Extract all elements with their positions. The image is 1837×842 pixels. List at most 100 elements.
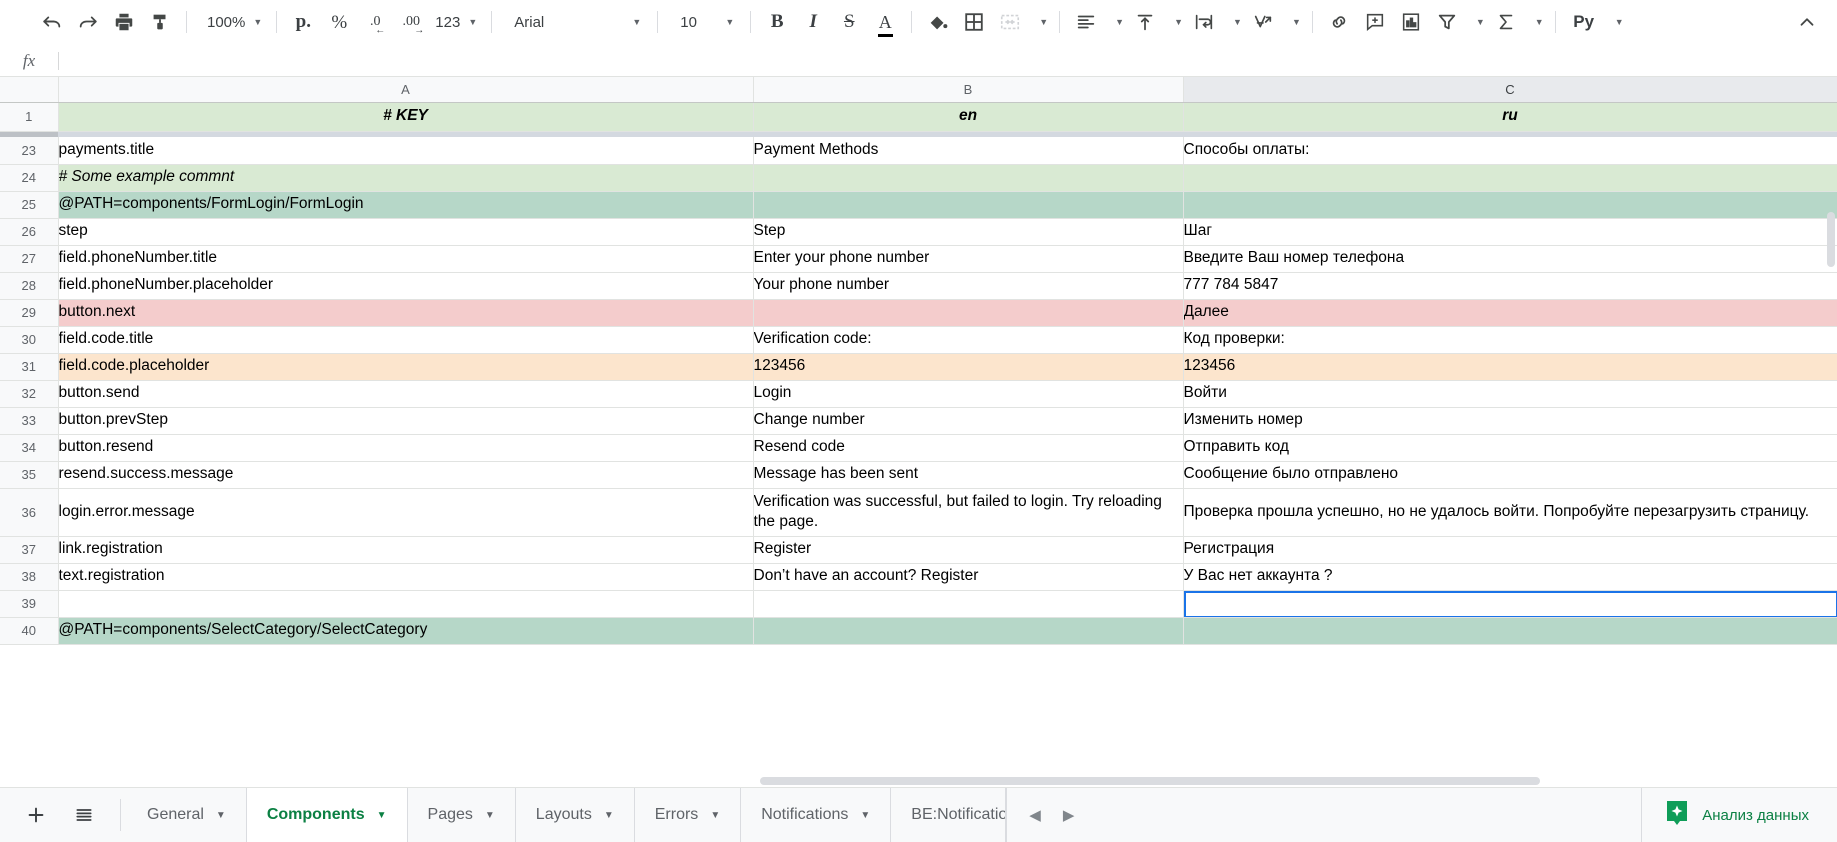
cell-A37[interactable]: link.registration <box>58 536 754 564</box>
row-header-33[interactable]: 33 <box>0 407 59 435</box>
row-header-1[interactable]: 1 <box>0 102 59 132</box>
zoom-selector[interactable]: 100% ▼ <box>195 7 268 37</box>
add-comment-icon[interactable] <box>1360 7 1390 37</box>
select-all-corner[interactable] <box>0 77 59 103</box>
bold-button[interactable]: B <box>762 7 792 37</box>
cell-A32[interactable]: button.send <box>58 380 754 408</box>
more-formats-button[interactable]: 123 ▼ <box>429 7 483 37</box>
fill-color-icon[interactable] <box>923 7 953 37</box>
sheet-tab-components[interactable]: Components ▼ <box>246 788 408 842</box>
cell-B29[interactable] <box>753 299 1184 327</box>
italic-button[interactable]: I <box>798 7 828 37</box>
font-family-selector[interactable]: Arial ▼ <box>504 7 649 37</box>
row-header-27[interactable]: 27 <box>0 245 59 273</box>
insert-link-icon[interactable] <box>1324 7 1354 37</box>
prev-sheet-arrow[interactable]: ◀ <box>1029 806 1041 824</box>
horizontal-scrollbar[interactable] <box>760 775 1823 787</box>
chevron-down-icon[interactable]: ▼ <box>710 810 720 821</box>
cell-A25[interactable]: @PATH=components/FormLogin/FormLogin <box>58 191 754 219</box>
cell-C36[interactable]: Проверка прошла успешно, но не удалось в… <box>1183 488 1837 537</box>
merge-cells-dropdown[interactable]: ▼ <box>1031 7 1048 37</box>
vertical-scrollbar[interactable] <box>1825 102 1837 773</box>
percent-format-button[interactable]: % <box>324 7 354 37</box>
cell-C25[interactable] <box>1183 191 1837 219</box>
text-color-button[interactable]: A <box>870 7 900 37</box>
currency-format-button[interactable]: p. <box>288 7 318 37</box>
cell-C35[interactable]: Сообщение было отправлено <box>1183 461 1837 489</box>
row-header-29[interactable]: 29 <box>0 299 59 327</box>
increase-decimal-button[interactable]: .00 → <box>396 7 426 37</box>
row-header-34[interactable]: 34 <box>0 434 59 462</box>
grid-scroll-area[interactable]: A B C 1 # KEY en ru 23 payments.title Pa… <box>0 77 1837 787</box>
sheet-tab-general[interactable]: General ▼ <box>127 788 247 842</box>
cell-B40[interactable] <box>753 617 1184 645</box>
cell-A27[interactable]: field.phoneNumber.title <box>58 245 754 273</box>
cell-A29[interactable]: button.next <box>58 299 754 327</box>
cell-B33[interactable]: Change number <box>753 407 1184 435</box>
row-header-36[interactable]: 36 <box>0 488 59 537</box>
cell-a1[interactable]: # KEY <box>58 102 754 132</box>
cell-A38[interactable]: text.registration <box>58 563 754 591</box>
cell-C39[interactable] <box>1183 590 1837 618</box>
cell-B28[interactable]: Your phone number <box>753 272 1184 300</box>
cell-B30[interactable]: Verification code: <box>753 326 1184 354</box>
horizontal-scroll-thumb[interactable] <box>760 777 1540 785</box>
cell-A31[interactable]: field.code.placeholder <box>58 353 754 381</box>
merge-cells-icon[interactable] <box>995 7 1025 37</box>
cell-A34[interactable]: button.resend <box>58 434 754 462</box>
cell-c1[interactable]: ru <box>1183 102 1837 132</box>
row-header-38[interactable]: 38 <box>0 563 59 591</box>
text-rotation-dropdown[interactable]: ▼ <box>1284 7 1301 37</box>
column-header-c[interactable]: C <box>1183 77 1837 103</box>
cell-C30[interactable]: Код проверки: <box>1183 326 1837 354</box>
explore-button[interactable]: Анализ данных <box>1641 788 1837 842</box>
cell-B32[interactable]: Login <box>753 380 1184 408</box>
cell-C28[interactable]: 777 784 5847 <box>1183 272 1837 300</box>
cell-C27[interactable]: Введите Ваш номер телефона <box>1183 245 1837 273</box>
row-header-25[interactable]: 25 <box>0 191 59 219</box>
row-header-32[interactable]: 32 <box>0 380 59 408</box>
cell-B35[interactable]: Message has been sent <box>753 461 1184 489</box>
cell-b1[interactable]: en <box>753 102 1184 132</box>
cell-C23[interactable]: Способы оплаты: <box>1183 137 1837 165</box>
cell-A28[interactable]: field.phoneNumber.placeholder <box>58 272 754 300</box>
macro-dropdown[interactable]: ▼ <box>1607 7 1624 37</box>
cell-B31[interactable]: 123456 <box>753 353 1184 381</box>
cell-B34[interactable]: Resend code <box>753 434 1184 462</box>
cell-A23[interactable]: payments.title <box>58 137 754 165</box>
text-wrap-icon[interactable] <box>1189 7 1219 37</box>
cell-C38[interactable]: У Вас нет аккаунта ? <box>1183 563 1837 591</box>
filter-dropdown[interactable]: ▼ <box>1468 7 1485 37</box>
chevron-down-icon[interactable]: ▼ <box>216 810 226 821</box>
sheet-tab-errors[interactable]: Errors ▼ <box>635 788 742 842</box>
font-size-selector[interactable]: 10 ▼ <box>670 7 742 37</box>
vertical-scroll-thumb[interactable] <box>1827 212 1835 267</box>
sheet-tab-be-notificatio[interactable]: BE:Notificatio <box>891 788 1007 842</box>
cell-C29[interactable]: Далее <box>1183 299 1837 327</box>
decrease-decimal-button[interactable]: .0 ← <box>360 7 390 37</box>
functions-dropdown[interactable]: ▼ <box>1527 7 1544 37</box>
row-header-35[interactable]: 35 <box>0 461 59 489</box>
collapse-toolbar-icon[interactable] <box>1792 7 1822 37</box>
borders-icon[interactable] <box>959 7 989 37</box>
cell-B37[interactable]: Register <box>753 536 1184 564</box>
chevron-down-icon[interactable]: ▼ <box>377 810 387 821</box>
cell-B38[interactable]: Don’t have an account? Register <box>753 563 1184 591</box>
row-header-40[interactable]: 40 <box>0 617 59 645</box>
cell-C34[interactable]: Отправить код <box>1183 434 1837 462</box>
vertical-align-dropdown[interactable]: ▼ <box>1166 7 1183 37</box>
cell-A30[interactable]: field.code.title <box>58 326 754 354</box>
row-header-37[interactable]: 37 <box>0 536 59 564</box>
print-icon[interactable] <box>109 7 139 37</box>
column-header-b[interactable]: B <box>753 77 1184 103</box>
undo-icon[interactable] <box>37 7 67 37</box>
cell-A36[interactable]: login.error.message <box>58 488 754 537</box>
cell-C37[interactable]: Регистрация <box>1183 536 1837 564</box>
strikethrough-button[interactable]: S <box>834 7 864 37</box>
row-header-31[interactable]: 31 <box>0 353 59 381</box>
row-header-24[interactable]: 24 <box>0 164 59 192</box>
cell-C31[interactable]: 123456 <box>1183 353 1837 381</box>
row-header-28[interactable]: 28 <box>0 272 59 300</box>
row-header-26[interactable]: 26 <box>0 218 59 246</box>
cell-B23[interactable]: Payment Methods <box>753 137 1184 165</box>
